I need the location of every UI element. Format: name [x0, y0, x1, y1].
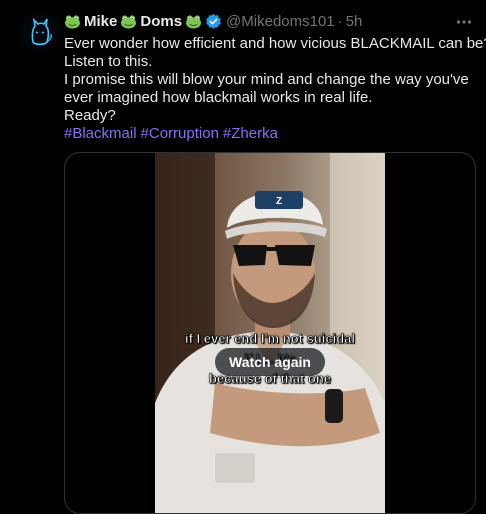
separator-dot: · — [337, 12, 343, 30]
avatar[interactable] — [20, 12, 60, 52]
user-handle[interactable]: @Mikedoms101 — [226, 13, 335, 30]
video-player[interactable]: Z if I ever end I'm not suicidal if I ..… — [64, 152, 476, 514]
frog-icon — [121, 14, 137, 29]
video-frame[interactable]: Z if I ever end I'm not suicidal if I ..… — [155, 153, 385, 513]
tweet[interactable]: Mike Doms @Mikedoms101 · 5h Ever wonder … — [0, 0, 486, 514]
tweet-content: Mike Doms @Mikedoms101 · 5h Ever wonder … — [64, 10, 486, 143]
hashtags: #Blackmail #Corruption #Zherka — [64, 125, 476, 143]
display-name-first: Mike — [84, 12, 118, 30]
tweet-text-line: Ready? — [64, 107, 116, 124]
hashtag-link[interactable]: #Corruption — [141, 125, 219, 142]
tweet-text-line: ever imagined how blackmail works in rea… — [64, 89, 373, 106]
tweet-header: Mike Doms @Mikedoms101 · 5h — [64, 10, 476, 32]
tweet-text-line: Ever wonder how efficient and how viciou… — [64, 35, 486, 52]
timestamp[interactable]: 5h — [346, 13, 363, 30]
svg-text:Z: Z — [276, 196, 282, 207]
verified-badge-icon — [206, 13, 221, 29]
video-subtitle-line: if I ever end I'm not suicidal — [185, 331, 356, 347]
display-name[interactable]: Mike Doms — [64, 13, 202, 30]
tweet-text-line: Listen to this. — [64, 53, 153, 70]
tweet-text: Ever wonder how efficient and how viciou… — [64, 35, 486, 143]
frog-icon — [65, 14, 80, 29]
hashtag-link[interactable]: #Zherka — [223, 125, 278, 142]
frog-icon — [186, 14, 202, 29]
display-name-second: Doms — [140, 12, 183, 30]
anime-cat-silhouette-icon — [20, 12, 60, 52]
more-options-button[interactable] — [454, 12, 474, 32]
watch-again-button[interactable]: Watch again — [215, 348, 325, 376]
hashtag-link[interactable]: #Blackmail — [64, 125, 137, 142]
tweet-text-line: I promise this will blow your mind and c… — [64, 71, 469, 88]
more-horizontal-icon — [456, 20, 472, 24]
